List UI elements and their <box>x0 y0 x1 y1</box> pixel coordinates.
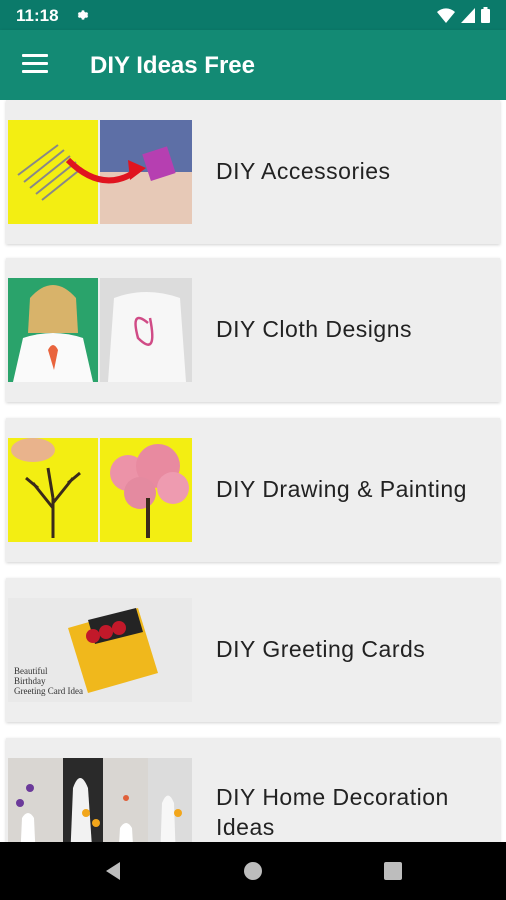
system-nav-bar <box>0 842 506 900</box>
accessories-thumbnail <box>8 120 192 224</box>
greeting-cards-thumbnail: Beautiful Birthday Greeting Card Idea <box>8 598 192 702</box>
svg-text:Beautiful: Beautiful <box>14 666 48 676</box>
hamburger-menu-icon[interactable] <box>22 54 48 74</box>
category-card-drawing-painting[interactable]: DIY Drawing & Painting <box>6 418 500 562</box>
recents-icon[interactable] <box>382 860 404 882</box>
settings-gear-icon <box>77 10 89 20</box>
category-label: DIY Accessories <box>216 158 391 184</box>
home-decoration-thumbnail <box>8 758 192 842</box>
wifi-icon <box>437 7 455 23</box>
app-title: DIY Ideas Free <box>90 52 255 79</box>
app-bar: DIY Ideas Free <box>0 30 506 100</box>
category-label: DIY Cloth Designs <box>216 316 412 342</box>
drawing-painting-thumbnail <box>8 438 192 542</box>
status-bar: 11:18 <box>0 0 506 30</box>
back-icon[interactable] <box>102 860 124 882</box>
category-card-accessories[interactable]: DIY Accessories <box>6 100 500 244</box>
battery-icon <box>481 7 490 23</box>
svg-text:Birthday: Birthday <box>14 676 46 686</box>
category-card-home-decoration[interactable]: DIY Home Decoration Ideas <box>6 738 500 842</box>
status-time: 11:18 <box>16 6 59 25</box>
category-list[interactable]: DIY Accessories DIY Cloth Designs DIY Dr… <box>0 100 506 842</box>
home-icon[interactable] <box>242 860 264 882</box>
category-label: DIY Drawing & Painting <box>216 476 467 502</box>
category-label: DIY Greeting Cards <box>216 636 426 662</box>
signal-icon <box>461 7 475 23</box>
cloth-designs-thumbnail <box>8 278 192 382</box>
category-card-cloth-designs[interactable]: DIY Cloth Designs <box>6 258 500 402</box>
category-label: DIY Home Decoration Ideas <box>216 784 449 840</box>
category-card-greeting-cards[interactable]: Beautiful Birthday Greeting Card Idea DI… <box>6 578 500 722</box>
svg-text:Greeting Card Idea: Greeting Card Idea <box>14 686 83 696</box>
